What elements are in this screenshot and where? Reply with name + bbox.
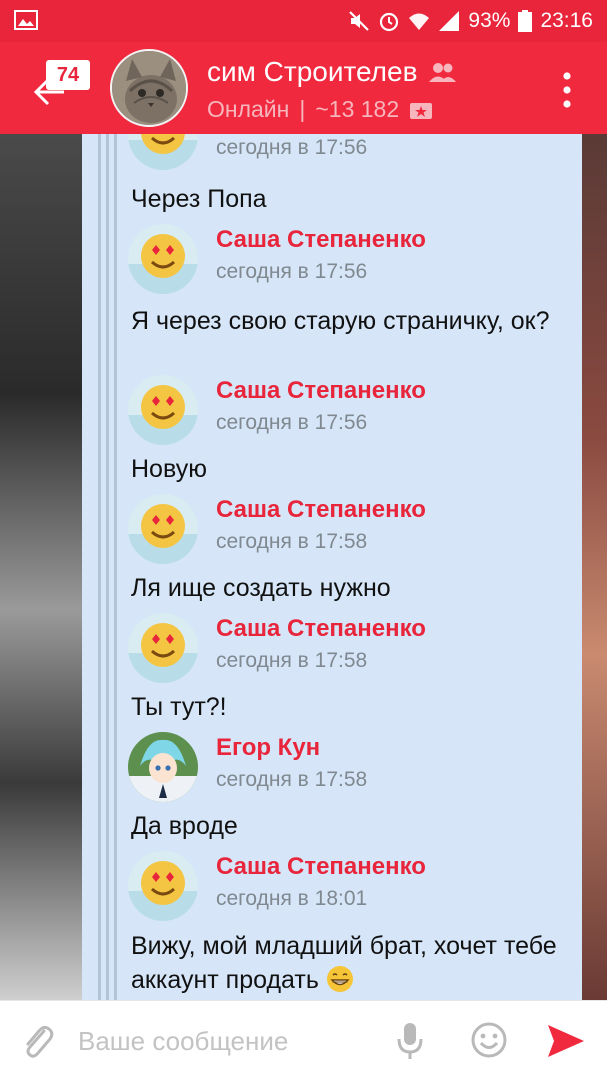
mute-icon <box>349 11 370 31</box>
emoji-icon[interactable] <box>470 1021 508 1059</box>
avatar[interactable] <box>128 851 198 921</box>
unread-badge: 74 <box>46 60 90 90</box>
message-time: сегодня в 18:01 <box>216 887 368 910</box>
avatar[interactable] <box>128 375 198 445</box>
image-icon <box>14 10 38 30</box>
microphone-icon[interactable] <box>396 1021 424 1061</box>
chat-header: 74 сим Строителев Онлайн | ~13 182 <box>0 42 607 134</box>
compose-bar <box>0 1000 607 1080</box>
message-list[interactable]: сегодня в 17:56 Через Попа Саша Степанен… <box>82 134 582 1000</box>
heart-eyes-emoji-avatar <box>128 613 198 683</box>
heart-eyes-emoji-avatar <box>128 134 198 170</box>
sender-name[interactable]: Саша Степаненко <box>216 377 426 405</box>
sender-name[interactable]: Саша Степаненко <box>216 615 426 643</box>
heart-eyes-emoji-avatar <box>128 375 198 445</box>
message-text: Ты тут?! <box>131 693 227 721</box>
send-icon[interactable] <box>546 1023 586 1059</box>
sender-name[interactable]: Саша Степаненко <box>216 853 426 881</box>
avatar[interactable] <box>128 613 198 683</box>
message-text: Да вроде <box>131 812 238 840</box>
back-button[interactable]: 74 <box>28 60 98 120</box>
sender-name[interactable]: Саша Степаненко <box>216 226 426 254</box>
subtitle-separator: | <box>299 96 306 122</box>
message-time: сегодня в 17:58 <box>216 768 368 791</box>
battery-icon <box>518 10 533 32</box>
wifi-icon <box>409 13 430 30</box>
thread-rail <box>106 134 109 1000</box>
thread-rail <box>98 134 101 1000</box>
avatar[interactable] <box>128 494 198 564</box>
message-text: Я через свою старую страничку, ок? <box>131 307 550 335</box>
avatar[interactable] <box>128 224 198 294</box>
anime-avatar <box>128 732 198 802</box>
message-time: сегодня в 17:58 <box>216 649 368 672</box>
message-time: сегодня в 17:56 <box>216 411 368 434</box>
message-text: Новую <box>131 455 207 483</box>
avatar[interactable] <box>128 732 198 802</box>
message-text: Через Попа <box>131 185 267 213</box>
sender-name[interactable]: Саша Степаненко <box>216 496 426 524</box>
status-bar: 93% 23:16 <box>0 0 607 42</box>
grin-emoji <box>326 966 353 992</box>
chat-avatar[interactable] <box>110 49 188 127</box>
message-time: сегодня в 17:58 <box>216 530 368 553</box>
coin-icon <box>410 102 433 119</box>
more-menu-icon[interactable] <box>561 70 573 110</box>
wallpaper-right <box>582 134 607 1000</box>
chat-title[interactable]: сим Строителев <box>207 56 457 88</box>
online-status: Онлайн <box>207 96 290 122</box>
paperclip-icon[interactable] <box>20 1021 56 1061</box>
message-time: сегодня в 17:56 <box>216 260 368 283</box>
chat-subtitle: Онлайн | ~13 182 <box>207 96 433 123</box>
message-input[interactable] <box>78 1019 378 1063</box>
heart-eyes-emoji-avatar <box>128 224 198 294</box>
message-text-block: Вижу, мой младший брат, хочет тебе аккау… <box>131 929 561 997</box>
battery-percent: 93% <box>468 9 511 32</box>
heart-eyes-emoji-avatar <box>128 494 198 564</box>
message-time: сегодня в 17:56 <box>216 136 368 159</box>
group-icon <box>429 63 457 82</box>
wallpaper-left <box>0 134 82 1000</box>
signal-icon <box>439 11 460 31</box>
cat-photo <box>112 51 186 125</box>
clock: 23:16 <box>540 9 593 32</box>
message-text: Ля ище создать нужно <box>131 574 391 602</box>
member-count: ~13 182 <box>315 96 400 122</box>
avatar[interactable] <box>128 134 198 170</box>
thread-rail <box>114 134 117 1000</box>
heart-eyes-emoji-avatar <box>128 851 198 921</box>
alarm-icon <box>380 12 399 32</box>
chat-title-text: сим Строителев <box>207 56 418 87</box>
sender-name[interactable]: Егор Кун <box>216 734 320 762</box>
